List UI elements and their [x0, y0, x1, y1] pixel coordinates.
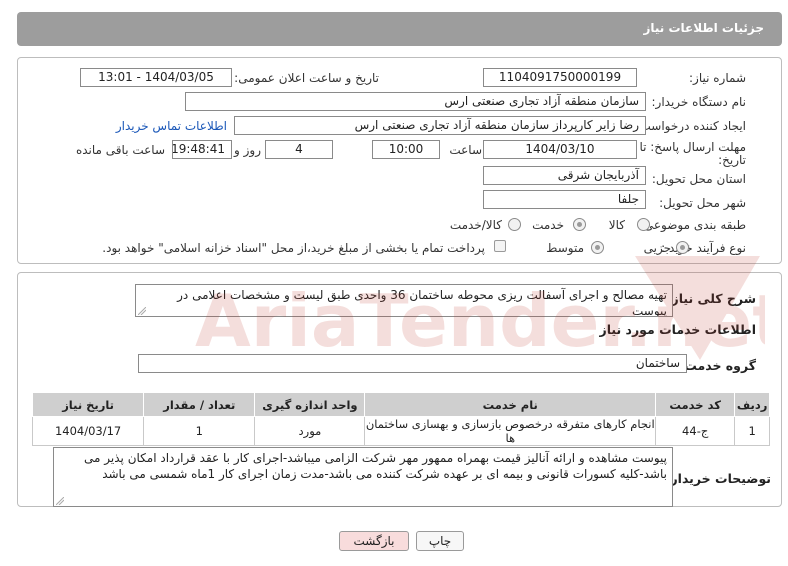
cell-unit: مورد	[254, 416, 366, 446]
col-qty: تعداد / مقدار	[143, 392, 256, 417]
category-radio-goods-service[interactable]	[508, 218, 521, 231]
page-header: جزئیات اطلاعات نیاز	[17, 12, 782, 46]
need-number-label: شماره نیاز:	[689, 71, 746, 85]
service-group-field[interactable]: ساختمان	[138, 354, 687, 373]
services-section-title: اطلاعات خدمات مورد نیاز	[599, 322, 757, 337]
page: جزئیات اطلاعات نیاز شماره نیاز: 11040917…	[0, 0, 788, 566]
creator-field[interactable]: رضا زایر کارپرداز سازمان منطقه آزاد تجار…	[234, 116, 646, 135]
treasury-payment-checkbox[interactable]	[494, 240, 506, 252]
need-description-field[interactable]: تهیه مصالح و اجرای آسفالت ریزی محوطه ساخ…	[135, 284, 673, 317]
print-button[interactable]: چاپ	[416, 531, 464, 551]
cell-qty: 1	[143, 416, 256, 446]
city-label: شهر محل تحویل:	[659, 196, 746, 210]
process-radio-minor[interactable]	[676, 241, 689, 254]
remaining-days-field[interactable]: 4	[265, 140, 333, 159]
treasury-payment-note: پرداخت تمام یا بخشی از مبلغ خرید،از محل …	[102, 241, 485, 255]
resize-grip-icon[interactable]	[138, 307, 146, 315]
cell-need-date: 1404/03/17	[31, 416, 145, 446]
deadline-label: مهلت ارسال پاسخ: تا	[639, 140, 746, 154]
buyer-notes-text: پیوست مشاهده و ارائه آنالیز قیمت بهمراه …	[84, 451, 667, 481]
resize-grip-icon[interactable]	[56, 497, 64, 505]
creator-label: ایجاد کننده درخواست:	[635, 119, 746, 133]
category-radio-service[interactable]	[573, 218, 586, 231]
days-label: روز و	[234, 143, 261, 157]
purchase-process-label: نوع فرآیند خرید :	[661, 241, 746, 255]
process-option-medium: متوسط	[546, 241, 584, 255]
col-code: کد خدمت	[655, 392, 736, 417]
category-label: طبقه بندی موضوعی:	[639, 218, 746, 232]
back-button[interactable]: بازگشت	[339, 531, 409, 551]
services-table-header: ردیف کد خدمت نام خدمت واحد اندازه گیری ت…	[31, 392, 770, 417]
province-field[interactable]: آذربایجان شرقی	[483, 166, 646, 185]
province-label: استان محل تحویل:	[651, 172, 746, 186]
process-option-minor: جزیی	[643, 241, 671, 255]
services-table: ردیف کد خدمت نام خدمت واحد اندازه گیری ت…	[31, 392, 770, 446]
table-row: 1 ج-44 انجام کارهای متفرقه درخصوص بازساز…	[31, 416, 770, 446]
col-row: ردیف	[734, 392, 770, 417]
need-description-label: شرح کلی نیاز:	[666, 291, 756, 306]
need-number-field[interactable]: 1104091750000199	[483, 68, 637, 87]
buyer-org-label: نام دستگاه خریدار:	[651, 95, 747, 109]
category-option-goods: کالا	[608, 218, 625, 232]
page-title: جزئیات اطلاعات نیاز	[643, 21, 764, 35]
deadline-date-field[interactable]: 1404/03/10	[483, 140, 637, 159]
buyer-org-field[interactable]: سازمان منطقه آزاد تجاری صنعتی ارس	[185, 92, 646, 111]
col-name: نام خدمت	[364, 392, 657, 417]
city-field[interactable]: جلفا	[483, 190, 646, 209]
process-radio-medium[interactable]	[591, 241, 604, 254]
deadline-date-label: تاریخ:	[718, 153, 746, 167]
col-unit: واحد اندازه گیری	[254, 392, 366, 417]
cell-row-index: 1	[734, 416, 770, 446]
buyer-notes-field[interactable]: پیوست مشاهده و ارائه آنالیز قیمت بهمراه …	[53, 447, 673, 507]
col-date: تاریخ نیاز	[31, 392, 145, 417]
remaining-time-label: ساعت باقی مانده	[75, 143, 165, 157]
remaining-time-field[interactable]: 19:48:41	[172, 140, 232, 159]
need-description-text: تهیه مصالح و اجرای آسفالت ریزی محوطه ساخ…	[177, 288, 667, 317]
cell-service-name: انجام کارهای متفرقه درخصوص بازسازی و بهس…	[364, 416, 657, 446]
buyer-notes-label: توضیحات خریدار:	[665, 471, 771, 486]
need-info-panel	[17, 57, 782, 264]
buyer-contact-link[interactable]: اطلاعات تماس خریدار	[116, 119, 227, 133]
announce-datetime-field[interactable]: 1404/03/05 - 13:01	[80, 68, 232, 87]
category-radio-goods[interactable]	[637, 218, 650, 231]
service-group-label: گروه خدمت:	[679, 358, 756, 373]
category-option-goods-service: کالا/خدمت	[449, 218, 502, 232]
cell-service-code: ج-44	[655, 416, 736, 446]
category-option-service: خدمت	[532, 218, 564, 232]
announce-datetime-label: تاریخ و ساعت اعلان عمومی:	[234, 71, 379, 85]
deadline-time-label: ساعت	[449, 143, 482, 157]
deadline-time-field[interactable]: 10:00	[372, 140, 440, 159]
